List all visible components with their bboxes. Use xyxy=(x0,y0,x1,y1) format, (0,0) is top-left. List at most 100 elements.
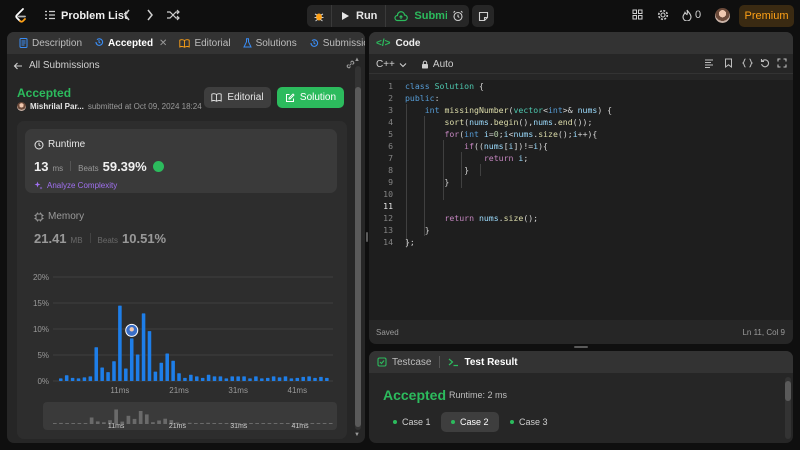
runtime-bar xyxy=(129,338,134,381)
y-tick-label: 10% xyxy=(33,325,49,334)
run-button[interactable]: Run xyxy=(331,5,385,27)
code-panel-header: </> Code xyxy=(369,32,793,54)
scroll-down-arrow-icon[interactable]: ▼ xyxy=(354,432,360,438)
runtime-title: Runtime xyxy=(48,139,86,150)
case-2-button[interactable]: Case 2 xyxy=(441,412,499,432)
tab-testcase[interactable]: Testcase xyxy=(377,357,431,368)
runtime-bar xyxy=(277,377,282,381)
x-tick-label: 31ms xyxy=(228,386,248,395)
editorial-button[interactable]: Editorial xyxy=(204,87,271,108)
line-number: 2 xyxy=(388,93,393,103)
line-number: 1 xyxy=(388,81,393,91)
book-icon xyxy=(179,38,191,48)
left-tab-bar: Description Accepted ✕ Editorial Solutio… xyxy=(7,32,365,54)
scroll-thumb[interactable] xyxy=(355,87,361,427)
bookmark-icon[interactable] xyxy=(724,58,733,71)
horizontal-panel-splitter[interactable] xyxy=(574,346,588,348)
tab-test-result[interactable]: Test Result xyxy=(448,357,518,368)
runtime-unit: ms xyxy=(52,164,64,173)
problem-list-icon[interactable] xyxy=(44,9,56,21)
runtime-bar xyxy=(301,376,305,381)
tab-submissions[interactable]: Submissions xyxy=(303,32,365,54)
close-tab-icon[interactable]: ✕ xyxy=(159,38,167,49)
chevron-down-icon xyxy=(399,62,407,67)
case-label: Case 2 xyxy=(460,417,489,427)
format-lines-icon[interactable] xyxy=(704,58,714,71)
left-panel-scrollbar[interactable]: ▲ ▼ xyxy=(354,56,362,440)
result-status: Accepted xyxy=(383,387,447,403)
prev-problem-chevron-left-icon[interactable] xyxy=(122,8,132,22)
streak-counter[interactable]: 0 xyxy=(682,9,701,21)
minimap-bar xyxy=(138,411,143,424)
notes-button[interactable] xyxy=(472,5,494,27)
runtime-bar xyxy=(195,376,199,381)
top-bar: Problem List Run Submit 0 Premium xyxy=(0,0,800,32)
runtime-distribution-chart[interactable]: 20% 15% 10% 5% 0% 11ms 21ms 31ms 41ms xyxy=(27,271,337,396)
analyze-complexity-link[interactable]: Analyze Complexity xyxy=(34,181,117,190)
tab-description[interactable]: Description xyxy=(13,32,88,54)
premium-button[interactable]: Premium xyxy=(739,5,794,27)
author-name[interactable]: Mishrilal Par... xyxy=(30,102,84,111)
minimap-x-label: 11ms xyxy=(108,423,125,430)
runtime-bar xyxy=(76,378,81,381)
curly-braces-icon[interactable] xyxy=(741,58,754,71)
memory-card[interactable]: Memory xyxy=(34,211,84,222)
runtime-bar xyxy=(236,376,240,381)
runtime-card[interactable]: Runtime 13 ms Beats 59.39% Analyze Compl… xyxy=(25,129,337,193)
back-to-submissions[interactable]: All Submissions xyxy=(13,60,100,71)
runtime-value: 13 xyxy=(34,159,49,174)
minimap-bar xyxy=(249,423,253,424)
range-selector-minimap[interactable]: 11ms 21ms 31ms 41ms xyxy=(43,402,337,430)
terminal-icon xyxy=(449,358,459,367)
runtime-bar xyxy=(206,374,211,381)
layout-grid-icon[interactable] xyxy=(632,9,643,23)
tab-accepted[interactable]: Accepted ✕ xyxy=(88,32,173,54)
y-tick-label: 20% xyxy=(33,273,49,282)
avatar-face xyxy=(129,327,134,332)
minimap-chart: 11ms 21ms 31ms 41ms xyxy=(53,409,333,430)
language-select[interactable]: C++ xyxy=(376,59,407,70)
shuffle-icon[interactable] xyxy=(166,8,180,22)
timer-button[interactable] xyxy=(447,5,469,27)
debug-button[interactable] xyxy=(307,5,331,27)
runtime-bar xyxy=(177,373,181,381)
memory-metrics: 21.41 MB Beats 10.51% xyxy=(34,231,166,246)
minimap-bar xyxy=(255,423,259,424)
runtime-bar xyxy=(106,372,110,381)
settings-gear-icon[interactable] xyxy=(657,9,669,24)
fire-icon xyxy=(682,9,692,21)
next-problem-chevron-right-icon[interactable] xyxy=(145,8,155,22)
user-avatar[interactable] xyxy=(715,8,730,23)
tab-editorial[interactable]: Editorial xyxy=(173,32,236,54)
minimap-bar xyxy=(95,421,100,424)
reset-code-icon[interactable] xyxy=(760,58,770,71)
tab-label: Accepted xyxy=(108,37,154,49)
save-status: Saved xyxy=(376,328,399,337)
leetcode-logo-icon[interactable] xyxy=(12,7,30,25)
runtime-bar xyxy=(283,376,288,381)
runtime-bar xyxy=(59,378,63,381)
vertical-panel-splitter[interactable] xyxy=(366,232,368,242)
minimap-x-label: 21ms xyxy=(169,423,187,430)
runtime-bar xyxy=(94,347,99,381)
tab-label: Submissions xyxy=(322,37,365,49)
minimap-bar xyxy=(206,422,210,424)
case-3-button[interactable]: Case 3 xyxy=(500,412,558,432)
tab-label: Editorial xyxy=(194,37,231,49)
problem-list-link[interactable]: Problem List xyxy=(61,10,128,22)
lock-icon xyxy=(421,60,428,69)
runtime-bar xyxy=(319,376,323,381)
solution-button[interactable]: Solution xyxy=(277,87,344,108)
case-label: Case 3 xyxy=(519,417,548,427)
scroll-up-arrow-icon[interactable]: ▲ xyxy=(354,57,360,63)
tab-solutions[interactable]: Solutions xyxy=(237,32,303,54)
author-avatar[interactable] xyxy=(17,102,26,111)
runtime-bar xyxy=(153,371,158,381)
memory-chip-icon xyxy=(34,212,44,221)
case-1-button[interactable]: Case 1 xyxy=(383,412,441,432)
runtime-bar xyxy=(271,376,276,381)
auto-mode-toggle[interactable]: Auto xyxy=(421,59,453,70)
code-editor[interactable]: 1 class Solution { 2 public: 3 int missing… xyxy=(369,80,793,320)
fullscreen-icon[interactable] xyxy=(777,58,787,71)
result-scroll-thumb[interactable] xyxy=(785,381,791,401)
